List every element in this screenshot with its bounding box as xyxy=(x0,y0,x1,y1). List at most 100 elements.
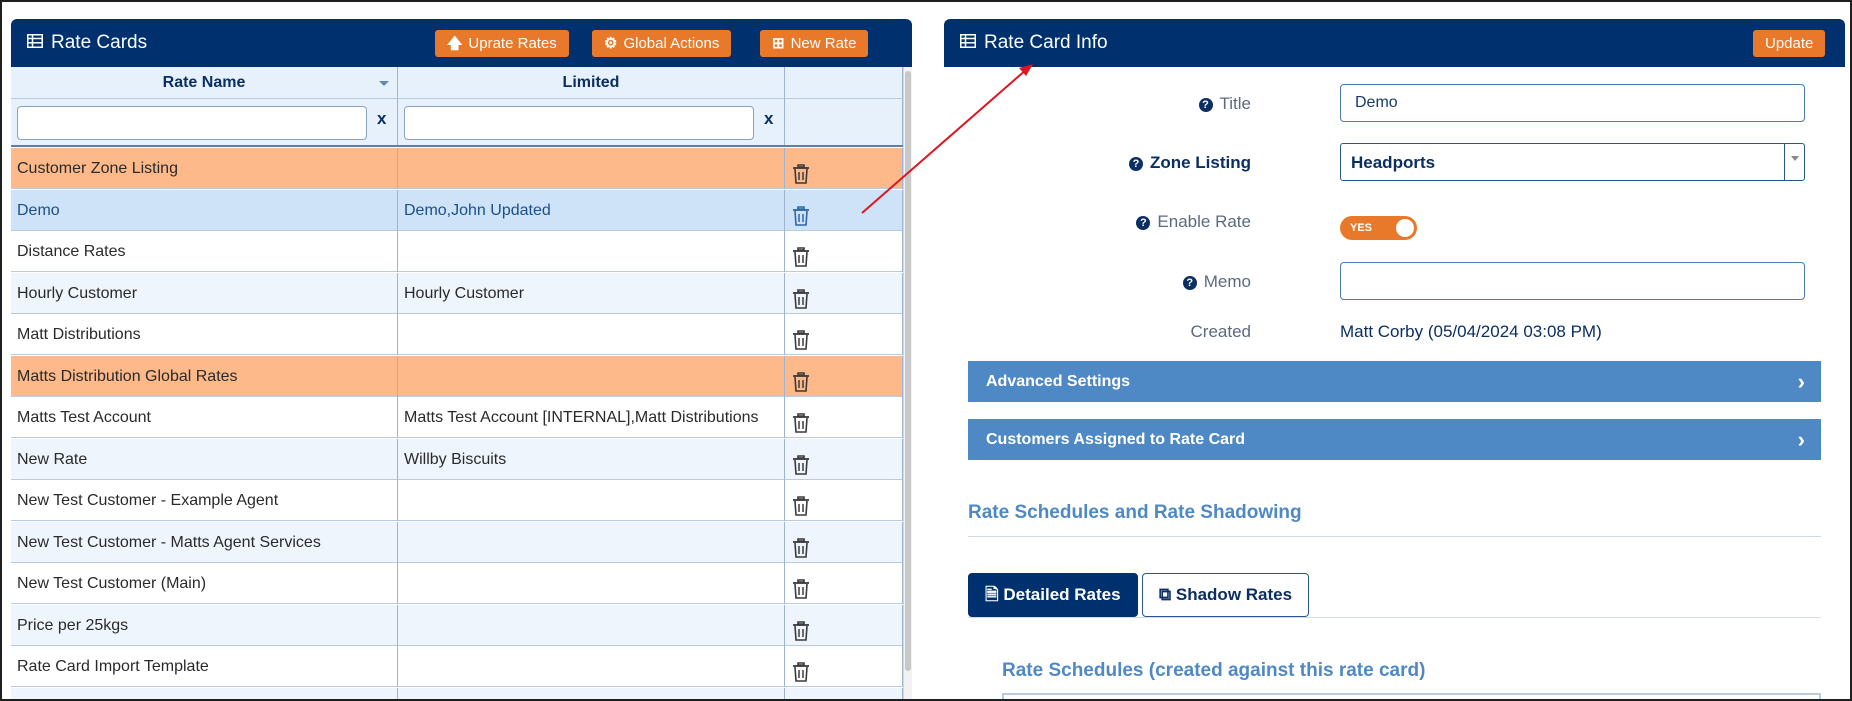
limited-cell: Matts Test Account [INTERNAL],Matt Distr… xyxy=(398,397,785,438)
actions-cell xyxy=(785,687,903,699)
title-input[interactable] xyxy=(1340,84,1805,122)
clear-limited-filter[interactable]: x xyxy=(764,109,773,129)
customers-assigned-accordion[interactable]: Customers Assigned to Rate Card › xyxy=(968,419,1821,460)
actions-cell xyxy=(785,646,903,687)
trash-icon[interactable] xyxy=(792,574,810,599)
grid-scrollbar[interactable] xyxy=(903,67,912,699)
filter-cell-actions xyxy=(785,99,903,145)
rate-card-info-title-wrap: Rate Card Info xyxy=(960,19,1108,67)
trash-icon[interactable] xyxy=(792,491,810,516)
limited-cell: Demo,John Updated xyxy=(398,189,785,231)
title-label-wrap: ? Title xyxy=(1198,94,1252,114)
limited-cell xyxy=(398,231,785,272)
help-icon[interactable]: ? xyxy=(1136,216,1151,230)
global-actions-button[interactable]: ⚙ Global Actions xyxy=(592,30,732,57)
trash-icon[interactable] xyxy=(792,657,810,682)
table-row[interactable]: Rate Card Import Template xyxy=(11,646,903,687)
limited-cell xyxy=(398,687,785,699)
trash-icon[interactable] xyxy=(792,284,810,309)
actions-cell xyxy=(785,231,903,272)
table-row[interactable]: Distance Rates xyxy=(11,231,903,272)
limited-filter-input[interactable] xyxy=(404,106,754,140)
actions-cell xyxy=(785,272,903,314)
table-row[interactable]: Shadow Rates Example xyxy=(11,687,903,699)
memo-input[interactable] xyxy=(1340,262,1805,300)
rate-name-cell: New Rate xyxy=(11,438,398,480)
section-divider xyxy=(968,536,1821,537)
dropdown-arrow-icon[interactable] xyxy=(1784,144,1804,180)
trash-icon[interactable] xyxy=(792,616,810,641)
trash-icon[interactable] xyxy=(792,533,810,558)
trash-icon[interactable] xyxy=(792,450,810,475)
column-header-rate-name[interactable]: Rate Name xyxy=(11,67,398,99)
help-icon[interactable]: ? xyxy=(1198,98,1213,112)
rate-cards-header: Rate Cards 🡅 Uprate Rates ⚙ Global Actions… xyxy=(11,19,912,67)
trash-icon[interactable] xyxy=(792,408,810,433)
title-label: Title xyxy=(1219,94,1252,113)
enable-rate-toggle[interactable]: YES xyxy=(1340,216,1417,240)
table-row[interactable]: New Rate Willby Biscuits xyxy=(11,438,903,480)
advanced-settings-label: Advanced Settings xyxy=(986,373,1131,390)
rate-name-cell: Matts Distribution Global Rates xyxy=(11,355,398,397)
tab-detailed-rates[interactable]: 🗎 Detailed Rates xyxy=(968,573,1138,617)
trash-icon[interactable] xyxy=(792,242,810,267)
table-row[interactable]: New Test Customer - Example Agent xyxy=(11,480,903,521)
table-row[interactable]: Customer Zone Listing xyxy=(11,148,903,189)
rate-card-info-header: Rate Card Info Update xyxy=(944,19,1845,67)
limited-cell xyxy=(398,148,785,189)
advanced-settings-accordion[interactable]: Advanced Settings › xyxy=(968,361,1821,402)
rate-name-cell: Matts Test Account xyxy=(11,397,398,438)
rate-schedules-table xyxy=(1002,693,1821,699)
zone-listing-select[interactable]: Headports xyxy=(1340,143,1805,181)
trash-icon[interactable] xyxy=(792,367,810,392)
rate-schedules-title: Rate Schedules (created against this rat… xyxy=(1002,660,1426,681)
zone-label-wrap: ? Zone Listing xyxy=(1128,153,1251,173)
trash-icon[interactable] xyxy=(792,201,810,226)
table-row[interactable]: New Test Customer (Main) xyxy=(11,563,903,604)
column-header-limited[interactable]: Limited xyxy=(398,67,785,99)
rate-name-cell: Distance Rates xyxy=(11,231,398,272)
limited-cell xyxy=(398,355,785,397)
limited-cell xyxy=(398,646,785,687)
update-button[interactable]: Update xyxy=(1753,30,1826,57)
actions-cell xyxy=(785,355,903,397)
actions-cell xyxy=(785,438,903,480)
table-row[interactable]: Hourly Customer Hourly Customer xyxy=(11,272,903,314)
tab-shadow-rates[interactable]: ⧉ Shadow Rates xyxy=(1142,573,1310,617)
arrow-up-icon: 🡅 xyxy=(447,35,463,52)
column-header-actions xyxy=(785,67,903,99)
limited-cell: Willby Biscuits xyxy=(398,438,785,480)
rate-name-cell: New Test Customer - Matts Agent Services xyxy=(11,521,398,563)
customers-assigned-label: Customers Assigned to Rate Card xyxy=(986,431,1246,448)
trash-icon[interactable] xyxy=(792,159,810,184)
grid-scrollbar-thumb[interactable] xyxy=(905,71,911,671)
limited-cell xyxy=(398,480,785,521)
clear-rate-name-filter[interactable]: x xyxy=(377,109,386,129)
help-icon[interactable]: ? xyxy=(1128,157,1143,171)
actions-cell xyxy=(785,521,903,563)
table-row[interactable]: Price per 25kgs xyxy=(11,604,903,646)
limited-cell xyxy=(398,604,785,646)
table-row[interactable]: Matt Distributions xyxy=(11,314,903,355)
tab-divider xyxy=(968,617,1821,618)
table-row[interactable]: New Test Customer - Matts Agent Services xyxy=(11,521,903,563)
actions-cell xyxy=(785,397,903,438)
chevron-right-icon: › xyxy=(1797,369,1805,394)
table-row[interactable]: Matts Distribution Global Rates xyxy=(11,355,903,397)
grid-header-row: Rate Name Limited xyxy=(11,67,903,99)
filter-cell-limited: x xyxy=(398,99,785,145)
rate-name-filter-input[interactable] xyxy=(17,106,367,140)
help-icon[interactable]: ? xyxy=(1182,276,1197,290)
trash-icon[interactable] xyxy=(792,325,810,350)
rate-name-cell: New Test Customer (Main) xyxy=(11,563,398,604)
rate-name-cell: New Test Customer - Example Agent xyxy=(11,480,398,521)
plus-square-icon: ⊞ xyxy=(772,35,785,52)
new-rate-button[interactable]: ⊞ New Rate xyxy=(760,30,869,57)
memo-label-wrap: ? Memo xyxy=(1182,272,1251,292)
uprate-rates-button[interactable]: 🡅 Uprate Rates xyxy=(435,30,569,57)
rate-card-info-panel: Rate Card Info Update ? Title ? Zone Listi… xyxy=(944,19,1845,699)
table-row[interactable]: Matts Test Account Matts Test Account [IN… xyxy=(11,397,903,438)
uprate-rates-label: Uprate Rates xyxy=(468,35,557,52)
table-row[interactable]: Demo Demo,John Updated xyxy=(11,189,903,231)
limited-cell xyxy=(398,521,785,563)
